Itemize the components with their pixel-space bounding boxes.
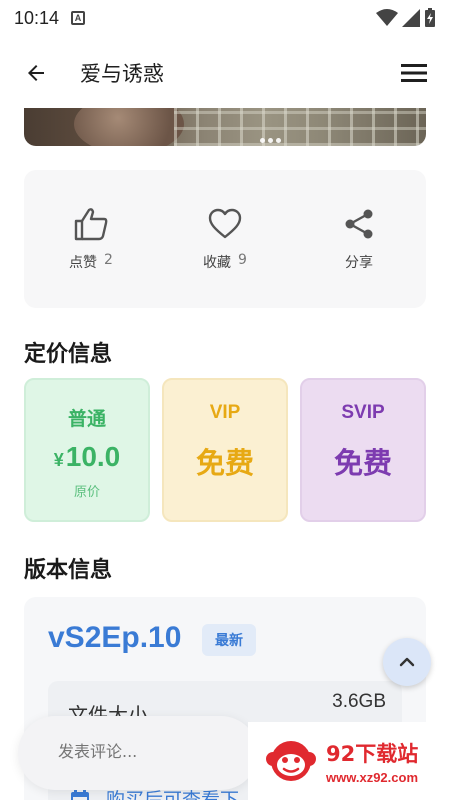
version-section-title: 版本信息 <box>24 558 113 583</box>
like-button[interactable]: 点赞 2 <box>24 170 158 308</box>
original-price-label: 原价 <box>73 485 100 500</box>
price-card-svip[interactable]: SVIP 免费 <box>300 378 426 522</box>
price-card-vip[interactable]: VIP 免费 <box>162 378 288 522</box>
signal-icon <box>402 9 420 27</box>
price-value: 10.0 <box>65 441 121 472</box>
tier-name-normal: 普通 <box>67 408 106 430</box>
scroll-top-button[interactable] <box>383 638 431 686</box>
thumbs-up-icon <box>74 208 108 241</box>
tier-price-normal: ¥ 10.0 <box>54 441 121 473</box>
share-icon <box>345 209 373 239</box>
heart-icon <box>208 208 242 239</box>
tier-price-vip: 免费 <box>195 446 254 480</box>
favorite-label: 收藏 <box>203 255 232 271</box>
battery-icon <box>425 8 435 27</box>
chevron-up-icon <box>399 657 415 667</box>
cover-image-grid <box>174 108 426 146</box>
wifi-icon <box>376 9 398 26</box>
monkey-logo-icon <box>266 741 316 781</box>
share-button[interactable]: 分享 <box>292 170 426 308</box>
like-count: 2 <box>104 252 113 268</box>
version-name: vS2Ep.10 <box>48 621 182 654</box>
favorite-button[interactable]: 收藏 9 <box>158 170 292 308</box>
comment-bar <box>18 716 258 790</box>
currency-symbol: ¥ <box>53 450 64 470</box>
carousel-dot <box>260 138 265 143</box>
latest-badge: 最新 <box>202 624 256 656</box>
like-label: 点赞 <box>69 255 98 271</box>
hamburger-menu-icon <box>401 64 427 82</box>
status-time: 10:14 <box>14 7 60 28</box>
watermark-url: www.xz92.com <box>326 769 418 785</box>
tier-price-svip: 免费 <box>333 446 392 480</box>
carousel-dot <box>268 138 273 143</box>
share-label: 分享 <box>345 255 373 271</box>
back-button[interactable] <box>22 59 50 87</box>
app-screen: 10:14 A 爱与诱惑 点赞 2 收藏 9 分享 定价信息 普通 ¥ 10.0… <box>0 0 450 800</box>
tier-name-svip: SVIP <box>341 402 385 423</box>
cover-image[interactable] <box>24 108 426 146</box>
tier-name-vip: VIP <box>209 402 241 423</box>
cover-image-subject <box>74 108 184 146</box>
carousel-dot <box>276 138 281 143</box>
favorite-count: 9 <box>238 252 247 268</box>
pricing-section-title: 定价信息 <box>24 342 113 367</box>
watermark-title: 92下载站 <box>326 741 419 766</box>
status-bar: 10:14 A <box>0 0 450 36</box>
carousel-indicator <box>260 138 281 143</box>
status-icons <box>376 8 436 28</box>
actions-card: 点赞 2 收藏 9 分享 <box>24 170 426 308</box>
menu-button[interactable] <box>400 59 428 87</box>
price-card-normal[interactable]: 普通 ¥ 10.0 原价 <box>24 378 150 522</box>
arrow-left-icon <box>28 65 44 81</box>
page-title: 爱与诱惑 <box>80 62 164 86</box>
notification-badge-icon: A <box>71 11 86 25</box>
app-bar: 爱与诱惑 <box>0 44 450 102</box>
comment-input[interactable] <box>58 742 248 761</box>
site-watermark: 92下载站 www.xz92.com <box>248 722 450 800</box>
calendar-icon <box>71 788 89 800</box>
